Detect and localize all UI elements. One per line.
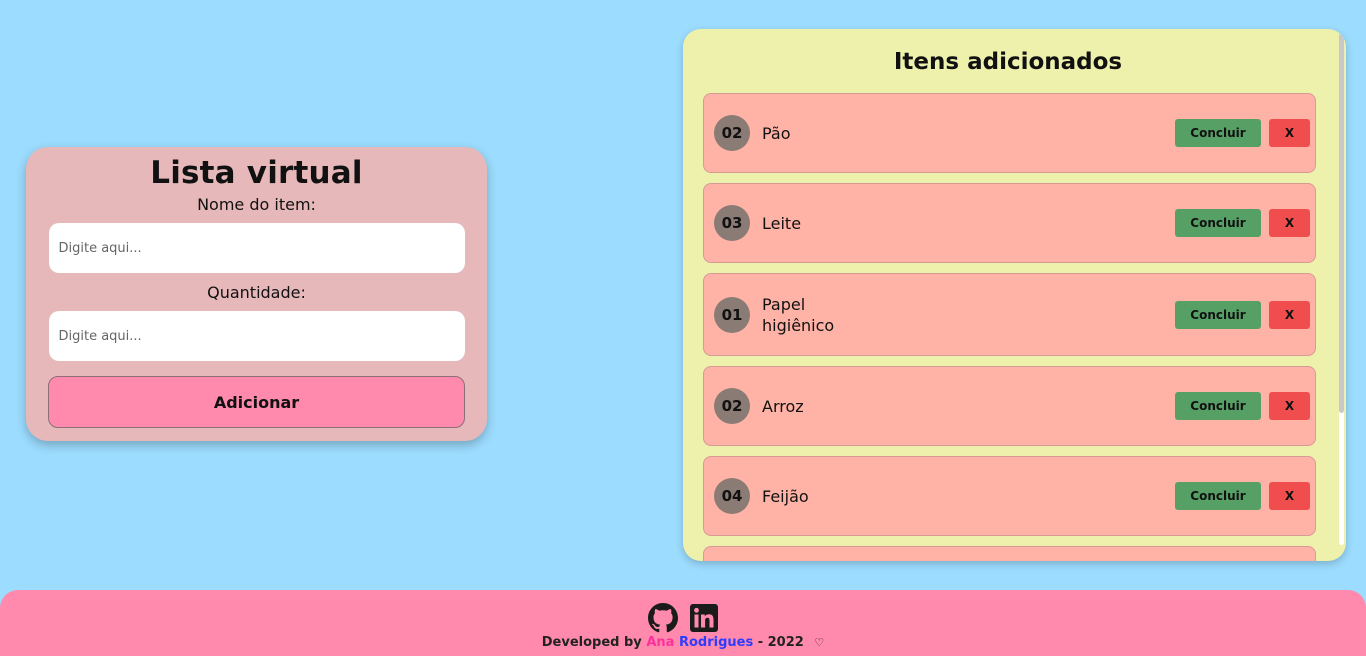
complete-button[interactable]: Concluir (1175, 482, 1261, 510)
add-button[interactable]: Adicionar (48, 376, 465, 428)
complete-button[interactable]: Concluir (1175, 392, 1261, 420)
complete-button[interactable]: Concluir (1175, 300, 1261, 329)
complete-button[interactable]: Concluir (1175, 119, 1261, 147)
credits-text: Developed by Ana Rodrigues - 2022 ♡ (542, 635, 824, 650)
list-title: Itens adicionados (893, 49, 1123, 75)
item-name: Leite (762, 213, 802, 233)
quantity-input[interactable] (48, 311, 465, 361)
github-icon[interactable] (648, 603, 678, 633)
item-form-card: Lista virtual Nome do item: Quantidade: … (26, 147, 487, 441)
author-first-name-link[interactable]: Ana (646, 635, 674, 650)
quantity-label: Quantidade: (207, 283, 306, 302)
item-name: Arroz (762, 396, 804, 416)
form-title: Lista virtual (150, 155, 363, 191)
delete-button[interactable]: X (1269, 119, 1310, 147)
delete-button[interactable]: X (1269, 392, 1310, 420)
list-item: 02 Pão Concluir X (703, 93, 1316, 173)
quantity-badge: 04 (714, 478, 750, 514)
linkedin-icon[interactable] (690, 604, 718, 632)
item-name-label: Nome do item: (197, 195, 316, 214)
heart-icon: ♡ (814, 636, 825, 649)
list-item: 01 Papel higiênico Concluir X (703, 273, 1316, 356)
items-list[interactable]: 02 Pão Concluir X 03 Leite Concluir X 01… (703, 93, 1316, 561)
list-item: 02 Arroz Concluir X (703, 366, 1316, 446)
items-panel: Itens adicionados 02 Pão Concluir X 03 L… (683, 29, 1346, 561)
item-name-input[interactable] (48, 223, 465, 273)
delete-button[interactable]: X (1269, 482, 1310, 510)
complete-button[interactable]: Concluir (1175, 209, 1261, 237)
quantity-badge: 03 (714, 205, 750, 241)
quantity-badge: 01 (714, 296, 750, 333)
footer: Developed by Ana Rodrigues - 2022 ♡ (0, 590, 1366, 656)
quantity-badge: 02 (714, 388, 750, 424)
credits-year: - 2022 (757, 635, 804, 650)
list-item: 03 Leite Concluir X (703, 183, 1316, 263)
item-name: Pão (762, 123, 791, 143)
social-links (648, 603, 718, 633)
quantity-badge: 02 (714, 115, 750, 151)
credits-prefix: Developed by (541, 635, 642, 650)
item-name: Papel higiênico (762, 294, 835, 335)
delete-button[interactable]: X (1269, 300, 1310, 329)
list-scrollbar[interactable] (1339, 33, 1344, 545)
delete-button[interactable]: X (1269, 209, 1310, 237)
list-item: 04 Feijão Concluir X (703, 456, 1316, 536)
list-item-partial (703, 546, 1316, 561)
scrollbar-thumb[interactable] (1339, 33, 1344, 413)
author-last-name-link[interactable]: Rodrigues (679, 635, 753, 650)
item-name: Feijão (762, 486, 809, 506)
